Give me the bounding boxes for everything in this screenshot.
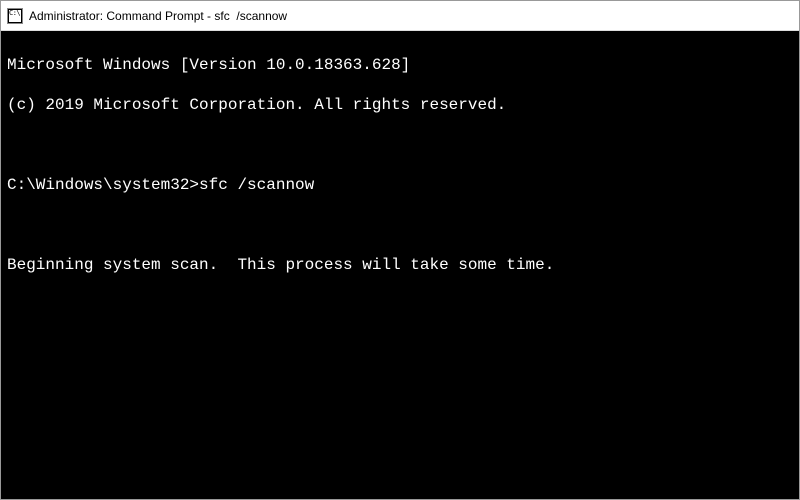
blank-line [7,135,793,155]
command-prompt-icon: C:\ [7,8,23,24]
command-prompt-window: C:\ Administrator: Command Prompt - sfc … [0,0,800,500]
command-input: sfc /scannow [199,175,314,195]
copyright-line: (c) 2019 Microsoft Corporation. All righ… [7,95,793,115]
terminal-output[interactable]: Microsoft Windows [Version 10.0.18363.62… [1,31,799,499]
blank-line [7,215,793,235]
prompt: C:\Windows\system32> [7,175,199,195]
titlebar[interactable]: C:\ Administrator: Command Prompt - sfc … [1,1,799,31]
window-title: Administrator: Command Prompt - sfc /sca… [29,9,287,23]
command-prompt-icon-text: C:\ [9,10,20,17]
version-line: Microsoft Windows [Version 10.0.18363.62… [7,55,793,75]
prompt-line: C:\Windows\system32>sfc /scannow [7,175,793,195]
status-line: Beginning system scan. This process will… [7,255,793,275]
